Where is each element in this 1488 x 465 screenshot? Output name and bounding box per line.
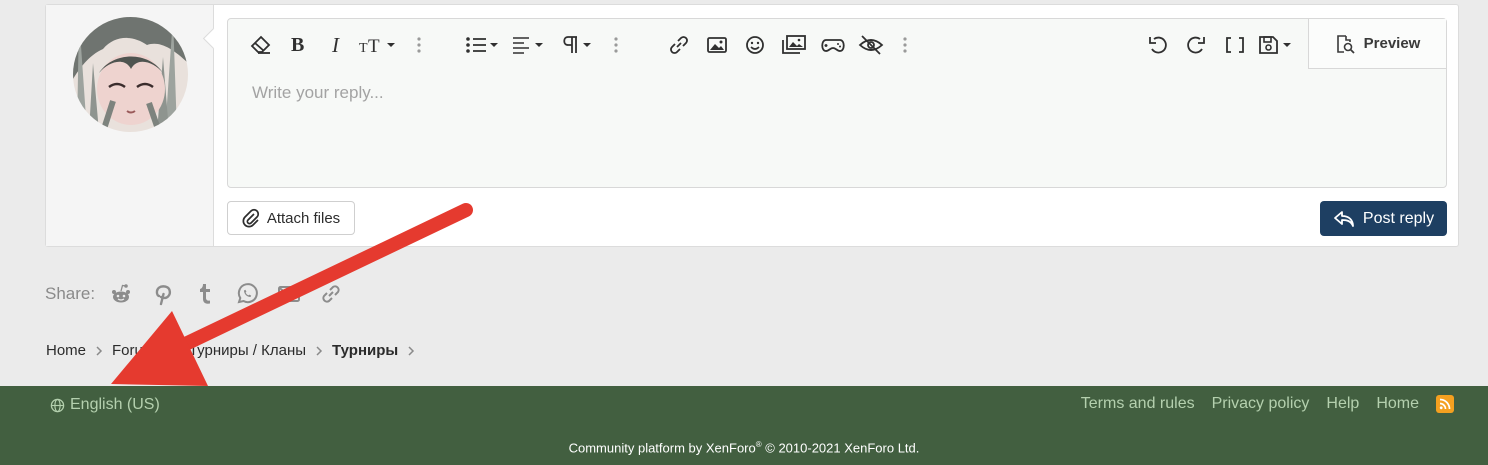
breadcrumb: Home Forums Турниры / Кланы Турниры bbox=[46, 342, 424, 359]
reply-icon bbox=[1334, 210, 1354, 227]
smiley-icon[interactable] bbox=[744, 32, 766, 58]
paperclip-icon bbox=[242, 208, 259, 228]
post-reply-label: Post reply bbox=[1362, 209, 1435, 227]
list-icon[interactable] bbox=[465, 32, 501, 58]
bold-icon[interactable]: B bbox=[291, 32, 304, 58]
breadcrumb-tournaments[interactable]: Турниры bbox=[332, 342, 398, 359]
share-label: Share: bbox=[45, 284, 96, 303]
footer-link-terms[interactable]: Terms and rules bbox=[1081, 395, 1195, 413]
copyright-text: Community platform by XenForo® © 2010-20… bbox=[0, 440, 1488, 455]
image-icon[interactable] bbox=[706, 32, 728, 58]
globe-icon bbox=[50, 398, 65, 412]
more-options-icon-3[interactable] bbox=[902, 32, 908, 58]
pinterest-icon[interactable] bbox=[151, 282, 175, 306]
redo-icon[interactable] bbox=[1185, 32, 1207, 58]
eraser-icon[interactable] bbox=[250, 32, 272, 58]
link-icon[interactable] bbox=[668, 32, 690, 58]
language-chooser[interactable]: English (US) bbox=[50, 396, 160, 414]
footer-link-help[interactable]: Help bbox=[1326, 395, 1359, 413]
footer-link-privacy[interactable]: Privacy policy bbox=[1212, 395, 1310, 413]
email-icon[interactable] bbox=[277, 282, 301, 306]
breadcrumb-forums[interactable]: Forums bbox=[112, 342, 163, 359]
svg-text:T: T bbox=[368, 36, 380, 55]
footer-link-home[interactable]: Home bbox=[1376, 395, 1419, 413]
reddit-icon[interactable] bbox=[109, 282, 133, 306]
chevron-right-icon bbox=[95, 345, 103, 357]
link-icon[interactable] bbox=[319, 282, 343, 306]
breadcrumb-home[interactable]: Home bbox=[46, 342, 86, 359]
footer: English (US) Terms and rules Privacy pol… bbox=[0, 386, 1488, 465]
undo-icon[interactable] bbox=[1147, 32, 1169, 58]
reply-user-column bbox=[46, 5, 214, 246]
drafts-icon[interactable] bbox=[1258, 32, 1294, 58]
bb-code-icon[interactable] bbox=[1224, 32, 1246, 58]
chevron-right-icon bbox=[172, 345, 180, 357]
preview-label: Preview bbox=[1363, 35, 1421, 52]
media-icon[interactable] bbox=[781, 32, 807, 58]
paragraph-icon[interactable] bbox=[560, 32, 596, 58]
tumblr-icon[interactable] bbox=[193, 282, 217, 306]
text-size-icon[interactable]: TT bbox=[359, 32, 397, 58]
svg-text:T: T bbox=[359, 41, 368, 55]
copyright-pre: Community platform by XenForo bbox=[568, 440, 756, 456]
more-options-icon-2[interactable] bbox=[613, 32, 619, 58]
copyright-post: © 2010-2021 XenForo Ltd. bbox=[761, 440, 920, 456]
breadcrumb-tournaments-clans[interactable]: Турниры / Кланы bbox=[189, 342, 306, 359]
align-icon[interactable] bbox=[512, 32, 548, 58]
reply-editor: B I TT Preview Write your reply... bbox=[227, 18, 1447, 188]
quick-reply-block: B I TT Preview Write your reply... Attac… bbox=[45, 4, 1459, 247]
whatsapp-icon[interactable] bbox=[235, 282, 259, 306]
reply-textarea[interactable]: Write your reply... bbox=[252, 83, 384, 103]
share-row: Share: bbox=[45, 280, 361, 308]
editor-toolbar: B I TT Preview bbox=[228, 19, 1446, 69]
preview-icon bbox=[1336, 34, 1355, 54]
avatar[interactable] bbox=[73, 17, 188, 132]
more-options-icon[interactable] bbox=[416, 32, 422, 58]
attach-files-label: Attach files bbox=[266, 209, 341, 227]
language-label: English (US) bbox=[70, 396, 160, 413]
chevron-right-icon bbox=[407, 345, 415, 357]
footer-links: Terms and rules Privacy policy Help Home bbox=[1081, 395, 1454, 413]
rss-icon[interactable] bbox=[1436, 395, 1454, 413]
preview-button[interactable]: Preview bbox=[1308, 19, 1446, 69]
attach-files-button[interactable]: Attach files bbox=[227, 201, 355, 235]
gif-icon[interactable] bbox=[820, 32, 846, 58]
italic-icon[interactable]: I bbox=[332, 32, 339, 58]
chevron-right-icon bbox=[315, 345, 323, 357]
spoiler-icon[interactable] bbox=[858, 32, 884, 58]
post-reply-button[interactable]: Post reply bbox=[1320, 201, 1447, 236]
